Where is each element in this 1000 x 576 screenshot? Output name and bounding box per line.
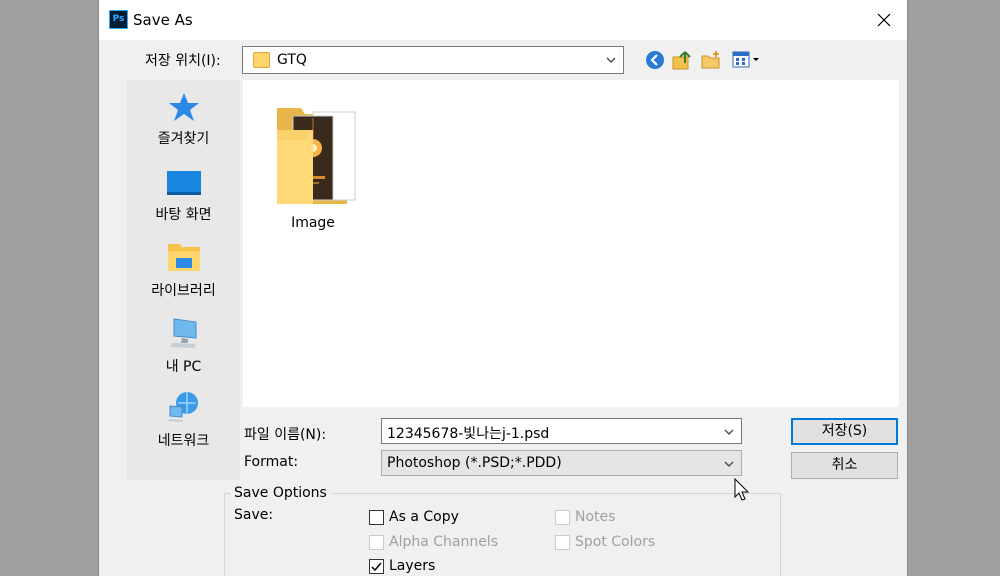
place-label: 내 PC [165,359,202,375]
place-favorites[interactable]: 즐겨찾기 [127,90,240,162]
folder-icon [253,52,270,68]
new-folder-icon [701,51,720,69]
close-button[interactable] [861,0,907,40]
up-folder-button[interactable] [671,49,693,71]
notes-checkbox[interactable] [555,510,570,525]
spot-colors-label: Spot Colors [575,534,656,550]
window-title: Save As [133,11,193,29]
alpha-channels-label: Alpha Channels [389,534,499,550]
place-this-pc[interactable]: 내 PC [127,316,240,388]
star-icon [168,93,199,121]
cancel-button[interactable]: 취소 [791,452,898,479]
layers-label: Layers [389,558,436,574]
up-folder-icon [672,51,691,70]
save-label: Save: [234,507,274,523]
place-label: 네트워크 [157,433,210,449]
places-bar: 즐겨찾기 바탕 화면 라이브러리 내 PC 네트워크 [127,80,240,480]
filename-value: 12345678-빛나는j-1.psd [387,426,550,442]
library-icon [167,244,200,271]
place-desktop[interactable]: 바탕 화면 [127,168,240,240]
as-a-copy-checkbox[interactable] [369,510,384,525]
photoshop-app-icon: Ps [109,10,128,29]
format-dropdown[interactable]: Photoshop (*.PSD;*.PDD) [381,450,742,476]
as-a-copy-label: As a Copy [389,509,459,525]
view-menu-button[interactable] [732,49,764,71]
view-menu-icon [732,51,759,68]
save-as-dialog: Ps Save As 저장 위치(I): GTQ 즐겨찾기 바탕 화면 라이브러… [98,0,908,576]
format-label: Format: [244,454,299,470]
place-network[interactable]: 네트워크 [127,390,240,462]
back-arrow-icon [646,51,664,69]
save-options-title: Save Options [230,485,331,501]
notes-label: Notes [575,509,616,525]
alpha-channels-checkbox[interactable] [369,535,384,550]
close-icon [877,13,891,27]
file-list[interactable]: Image [243,80,899,407]
folder-with-preview-icon [277,108,356,204]
spot-colors-checkbox[interactable] [555,535,570,550]
location-dropdown[interactable]: GTQ [242,46,624,74]
checkmark-icon [371,562,382,572]
save-options-group [224,493,781,576]
chevron-down-icon [606,57,616,63]
save-button[interactable]: 저장(S) [791,418,898,445]
network-icon [167,392,198,422]
computer-icon [169,318,196,348]
new-folder-button[interactable] [700,49,722,71]
folder-name: Image [291,215,335,231]
layers-checkbox[interactable] [369,559,384,574]
place-label: 바탕 화면 [155,207,212,223]
place-libraries[interactable]: 라이브러리 [127,240,240,312]
chevron-down-icon [724,461,734,467]
place-label: 라이브러리 [151,283,216,299]
filename-input[interactable]: 12345678-빛나는j-1.psd [381,418,742,444]
location-label: 저장 위치(I): [145,53,221,69]
filename-label: 파일 이름(N): [244,427,327,443]
mouse-cursor-icon [734,478,750,501]
format-value: Photoshop (*.PSD;*.PDD) [387,455,562,471]
chevron-down-icon[interactable] [723,426,735,438]
folder-item[interactable]: Image [273,100,356,240]
title-bar: Ps Save As [99,0,907,40]
desktop-icon [166,171,201,195]
location-value: GTQ [277,52,307,68]
place-label: 즐겨찾기 [157,131,210,147]
back-button[interactable] [644,49,666,71]
